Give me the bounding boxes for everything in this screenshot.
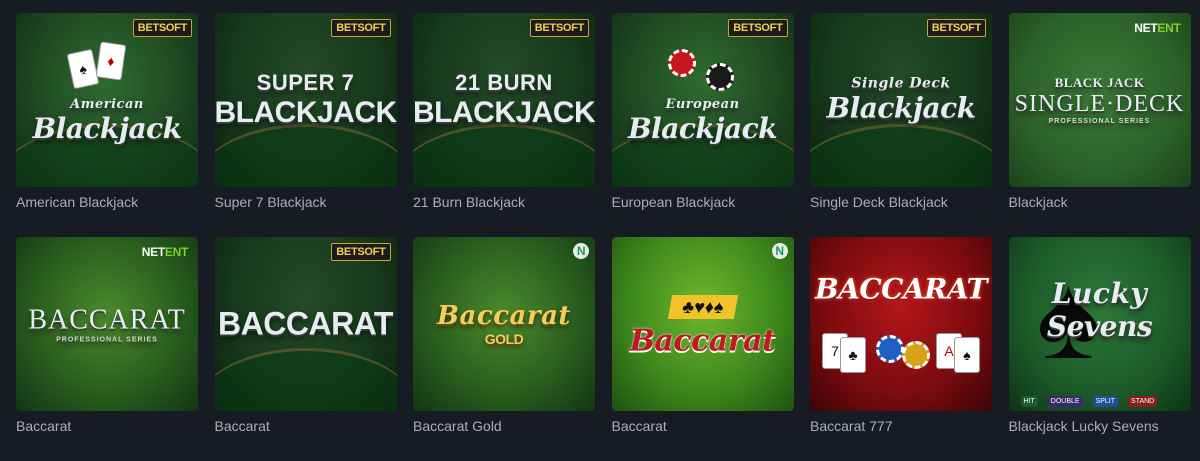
playing-card-icon: ♦ <box>95 41 127 81</box>
game-tile-american-blackjack[interactable]: BETSOFT ♠ ♦ American Blackjack American … <box>16 13 198 223</box>
game-thumbnail[interactable]: BETSOFT European Blackjack <box>611 13 794 187</box>
game-thumbnail[interactable]: BETSOFT 21 BURN BLACKJACK <box>413 13 595 187</box>
provider-badge: BETSOFT <box>331 243 391 261</box>
game-logo: SUPER 7 BLACKJACK <box>214 70 397 129</box>
action-buttons: HIT DOUBLE SPLIT STAND <box>1020 396 1158 407</box>
game-thumbnail[interactable]: BETSOFT SUPER 7 BLACKJACK <box>214 13 397 187</box>
game-logo: American Blackjack <box>32 96 182 145</box>
game-thumbnail[interactable]: NETENT BLACK JACK SINGLE·DECK PROFESSION… <box>1008 13 1191 187</box>
game-logo: Single Deck Blackjack <box>826 75 976 125</box>
game-logo: European Blackjack <box>627 96 778 145</box>
table-felt <box>214 124 397 187</box>
casino-chip-icon <box>876 335 904 363</box>
table-felt <box>810 124 992 187</box>
game-title[interactable]: 21 Burn Blackjack <box>413 194 525 210</box>
playing-card-icon: ♠ <box>954 337 980 373</box>
game-logo: Baccarat <box>629 323 776 359</box>
game-title[interactable]: Blackjack Lucky Sevens <box>1009 418 1159 434</box>
game-thumbnail[interactable]: N ♣♥♦♠ Baccarat <box>611 237 794 411</box>
game-tile-single-deck-blackjack[interactable]: BETSOFT Single Deck Blackjack Single Dec… <box>810 13 992 223</box>
game-tile-baccarat-netent[interactable]: NETENT BACCARAT PROFESSIONAL SERIES Bacc… <box>16 237 198 447</box>
casino-chip-icon <box>902 341 930 369</box>
game-grid: BETSOFT ♠ ♦ American Blackjack American … <box>16 13 1191 461</box>
game-tile-21-burn-blackjack[interactable]: BETSOFT 21 BURN BLACKJACK 21 Burn Blackj… <box>413 13 595 223</box>
game-thumbnail[interactable]: BACCARAT 7 ♣ A ♠ <box>810 237 992 411</box>
game-title[interactable]: Super 7 Blackjack <box>215 194 327 210</box>
game-logo: BACCARAT PROFESSIONAL SERIES <box>28 304 186 344</box>
stand-label: STAND <box>1128 396 1158 407</box>
game-tile-super-7-blackjack[interactable]: BETSOFT SUPER 7 BLACKJACK Super 7 Blackj… <box>214 13 397 223</box>
game-logo: BACCARAT <box>218 305 393 342</box>
game-title[interactable]: Baccarat 777 <box>810 418 893 434</box>
game-title[interactable]: European Blackjack <box>612 194 736 210</box>
playing-card-icon: ♠ <box>66 48 100 90</box>
provider-badge: BETSOFT <box>529 19 589 37</box>
game-tile-baccarat-classic[interactable]: N ♣♥♦♠ Baccarat Baccarat <box>611 237 794 447</box>
game-tile-baccarat-777[interactable]: BACCARAT 7 ♣ A ♠ Baccarat 777 <box>810 237 992 447</box>
double-label: DOUBLE <box>1047 396 1083 407</box>
game-logo: Baccarat GOLD <box>437 301 571 347</box>
game-tile-blackjack[interactable]: NETENT BLACK JACK SINGLE·DECK PROFESSION… <box>1008 13 1191 223</box>
game-thumbnail[interactable]: NETENT BACCARAT PROFESSIONAL SERIES <box>16 237 198 411</box>
provider-badge: NETENT <box>1134 21 1181 35</box>
game-logo: 21 BURN BLACKJACK <box>413 70 595 129</box>
game-tile-baccarat-gold[interactable]: N Baccarat GOLD Baccarat Gold <box>413 237 595 447</box>
game-title[interactable]: Baccarat <box>612 418 667 434</box>
card-suits-icon: ♣♥♦♠ <box>667 295 738 319</box>
provider-badge: N <box>771 243 788 259</box>
playing-card-icon: ♣ <box>840 337 866 373</box>
provider-badge: BETSOFT <box>728 19 788 37</box>
game-tile-blackjack-lucky-sevens[interactable]: ♠ Lucky Sevens HIT DOUBLE SPLIT STAND Bl… <box>1008 237 1191 447</box>
table-felt <box>413 124 595 187</box>
provider-badge: BETSOFT <box>132 19 192 37</box>
provider-badge: NETENT <box>141 245 189 259</box>
game-logo: Lucky Sevens <box>1046 277 1153 344</box>
game-thumbnail[interactable]: BETSOFT ♠ ♦ American Blackjack <box>16 13 198 187</box>
table-felt <box>214 348 397 411</box>
game-tile-baccarat-betsoft[interactable]: BETSOFT BACCARAT Baccarat <box>214 237 397 447</box>
game-thumbnail[interactable]: N Baccarat GOLD <box>413 237 595 411</box>
game-thumbnail[interactable]: BETSOFT BACCARAT <box>214 237 397 411</box>
provider-badge: BETSOFT <box>331 19 391 37</box>
hit-label: HIT <box>1020 396 1038 407</box>
game-logo: BLACK JACK SINGLE·DECK PROFESSIONAL SERI… <box>1014 75 1185 125</box>
game-title[interactable]: American Blackjack <box>16 194 138 210</box>
provider-badge: BETSOFT <box>926 19 986 37</box>
game-thumbnail[interactable]: ♠ Lucky Sevens HIT DOUBLE SPLIT STAND <box>1008 237 1191 411</box>
game-logo: BACCARAT <box>815 272 987 306</box>
casino-chip-icon <box>667 49 696 77</box>
game-title[interactable]: Blackjack <box>1009 194 1068 210</box>
game-title[interactable]: Single Deck Blackjack <box>810 194 948 210</box>
game-title[interactable]: Baccarat Gold <box>413 418 502 434</box>
casino-chip-icon <box>705 63 734 91</box>
provider-badge: N <box>573 243 589 259</box>
split-label: SPLIT <box>1092 396 1119 407</box>
game-title[interactable]: Baccarat <box>215 418 270 434</box>
game-tile-european-blackjack[interactable]: BETSOFT European Blackjack European Blac… <box>611 13 794 223</box>
game-title[interactable]: Baccarat <box>16 418 71 434</box>
game-thumbnail[interactable]: BETSOFT Single Deck Blackjack <box>810 13 992 187</box>
